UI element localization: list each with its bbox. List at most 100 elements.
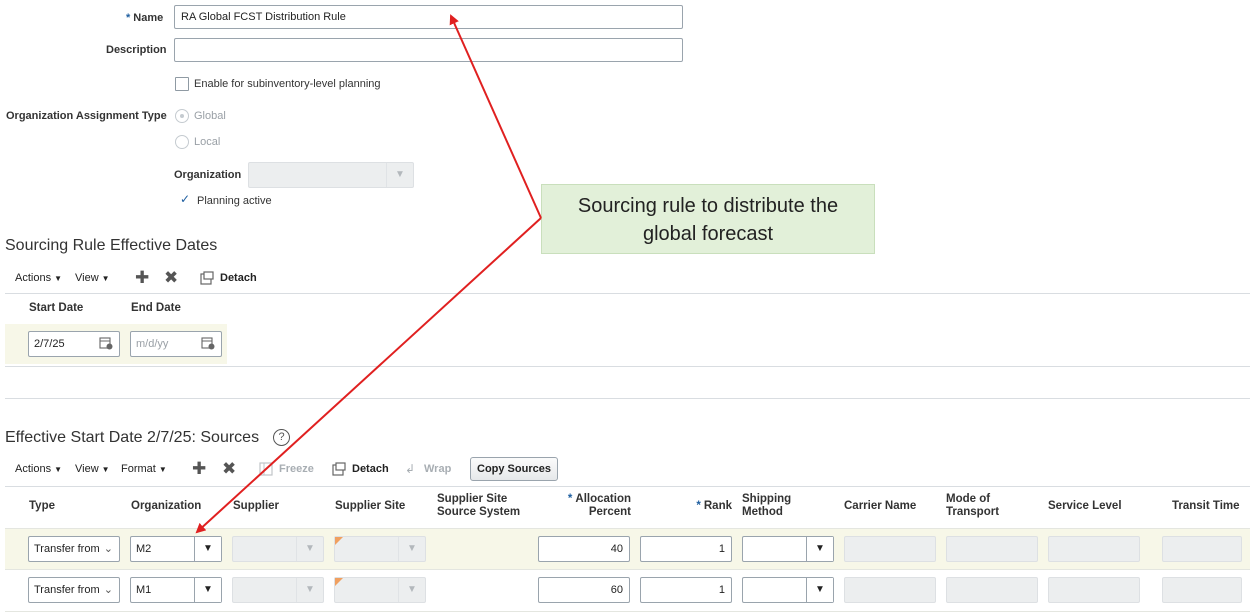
service-level-header: Service Level — [1048, 500, 1122, 512]
subinventory-checkbox[interactable] — [175, 77, 189, 91]
description-label: Description — [106, 44, 167, 56]
mode-of-transport-header: Mode of Transport — [946, 493, 1000, 518]
dates-detach-button[interactable]: Detach — [220, 272, 257, 284]
required-indicator: * — [696, 500, 701, 512]
rank-input[interactable]: 1 — [640, 577, 732, 603]
supplier-header: Supplier — [233, 500, 280, 512]
mode-of-transport-field — [946, 536, 1038, 562]
divider — [5, 486, 1250, 487]
description-input[interactable] — [174, 38, 683, 62]
dates-section-title: Sourcing Rule Effective Dates — [5, 237, 218, 254]
required-indicator: * — [567, 493, 573, 505]
required-indicator: * — [126, 12, 131, 24]
allocation-percent-header: * Allocation Percent — [567, 493, 631, 518]
end-date-header: End Date — [131, 302, 181, 314]
callout-line-2: global forecast — [642, 223, 774, 245]
delete-icon[interactable]: ✖ — [164, 269, 178, 286]
sources-actions-menu[interactable]: Actions ▼ — [15, 463, 62, 475]
dates-actions-menu[interactable]: Actions ▼ — [15, 272, 62, 284]
type-select[interactable]: Transfer from ⌄ — [28, 577, 120, 603]
sources-view-menu[interactable]: View ▼ — [75, 463, 110, 475]
detach-icon[interactable] — [200, 271, 214, 288]
local-radio[interactable] — [175, 135, 189, 149]
chevron-down-icon: ⌄ — [103, 543, 113, 555]
wrap-icon: ↲ — [405, 462, 416, 476]
chevron-down-icon: ▼ — [194, 537, 221, 561]
chevron-down-icon: ▼ — [296, 537, 323, 561]
shipping-method-select[interactable]: ▼ — [742, 577, 834, 603]
delete-icon[interactable]: ✖ — [222, 460, 236, 477]
divider — [5, 366, 1250, 367]
service-level-field — [1048, 577, 1140, 603]
supplier-select[interactable]: ▼ — [232, 577, 324, 603]
shipping-method-select[interactable]: ▼ — [742, 536, 834, 562]
calendar-icon[interactable] — [201, 336, 215, 350]
supplier-site-source-system-header: Supplier Site Source System — [437, 493, 521, 518]
detach-icon[interactable] — [332, 462, 346, 479]
carrier-name-field — [844, 536, 936, 562]
start-date-header: Start Date — [29, 302, 84, 314]
supplier-site-select[interactable]: ▼ — [334, 577, 426, 603]
required-flag-icon — [335, 578, 343, 586]
organization-header: Organization — [131, 500, 202, 512]
sources-detach-button[interactable]: Detach — [352, 463, 389, 475]
allocation-percent-input[interactable]: 40 — [538, 536, 630, 562]
org-assignment-type-label: Organization Assignment Type — [6, 110, 167, 122]
sources-freeze-button[interactable]: Freeze — [279, 463, 314, 475]
organization-select[interactable]: ▼ — [248, 162, 414, 188]
organization-select[interactable]: M1 ▼ — [130, 577, 222, 603]
annotation-arrows — [195, 14, 542, 534]
planning-active-label: Planning active — [197, 195, 272, 207]
transit-time-field — [1162, 577, 1242, 603]
global-radio[interactable] — [175, 109, 189, 123]
chevron-down-icon: ▼ — [806, 537, 833, 561]
organization-label: Organization — [174, 169, 242, 181]
name-input[interactable] — [174, 5, 683, 29]
local-radio-label: Local — [194, 136, 221, 148]
check-icon: ✓ — [180, 192, 191, 206]
copy-sources-button[interactable]: Copy Sources — [470, 457, 558, 481]
carrier-name-field — [844, 577, 936, 603]
annotation-callout: Sourcing rule to distribute the global f… — [541, 184, 875, 254]
callout-line-1: Sourcing rule to distribute the — [577, 195, 839, 217]
supplier-site-header: Supplier Site — [335, 500, 406, 512]
sources-section-title: Effective Start Date 2/7/25: Sources — [5, 429, 260, 446]
dates-view-menu[interactable]: View ▼ — [75, 272, 110, 284]
supplier-select[interactable]: ▼ — [232, 536, 324, 562]
subinventory-label: Enable for subinventory-level planning — [194, 78, 381, 90]
transit-time-header: Transit Time — [1172, 500, 1240, 512]
freeze-icon — [259, 462, 273, 479]
required-flag-icon — [335, 537, 343, 545]
chevron-down-icon: ▼ — [194, 578, 221, 602]
divider — [5, 293, 1250, 294]
sources-format-menu[interactable]: Format ▼ — [121, 463, 167, 475]
calendar-icon[interactable] — [99, 336, 113, 350]
divider — [5, 398, 1250, 399]
add-icon[interactable]: ✚ — [192, 460, 206, 477]
service-level-field — [1048, 536, 1140, 562]
add-icon[interactable]: ✚ — [135, 269, 149, 286]
type-select[interactable]: Transfer from ⌄ — [28, 536, 120, 562]
help-icon[interactable]: ? — [273, 429, 290, 446]
chevron-down-icon: ▼ — [296, 578, 323, 602]
chevron-down-icon: ▼ — [398, 578, 425, 602]
global-radio-label: Global — [194, 110, 226, 122]
rank-input[interactable]: 1 — [640, 536, 732, 562]
carrier-name-header: Carrier Name — [844, 500, 917, 512]
start-date-input[interactable]: 2/7/25 — [28, 331, 120, 357]
name-label: * Name — [126, 12, 164, 24]
sources-wrap-button[interactable]: Wrap — [424, 463, 451, 475]
transit-time-field — [1162, 536, 1242, 562]
chevron-down-icon: ▼ — [806, 578, 833, 602]
mode-of-transport-field — [946, 577, 1038, 603]
type-header: Type — [29, 500, 55, 512]
chevron-down-icon: ⌄ — [103, 584, 113, 596]
chevron-down-icon: ▼ — [398, 537, 425, 561]
supplier-site-select[interactable]: ▼ — [334, 536, 426, 562]
rank-header: * Rank — [696, 500, 732, 512]
organization-select[interactable]: M2 ▼ — [130, 536, 222, 562]
allocation-percent-input[interactable]: 60 — [538, 577, 630, 603]
chevron-down-icon: ▼ — [386, 163, 413, 187]
end-date-input[interactable]: m/d/yy — [130, 331, 222, 357]
shipping-method-header: Shipping Method — [742, 493, 792, 518]
